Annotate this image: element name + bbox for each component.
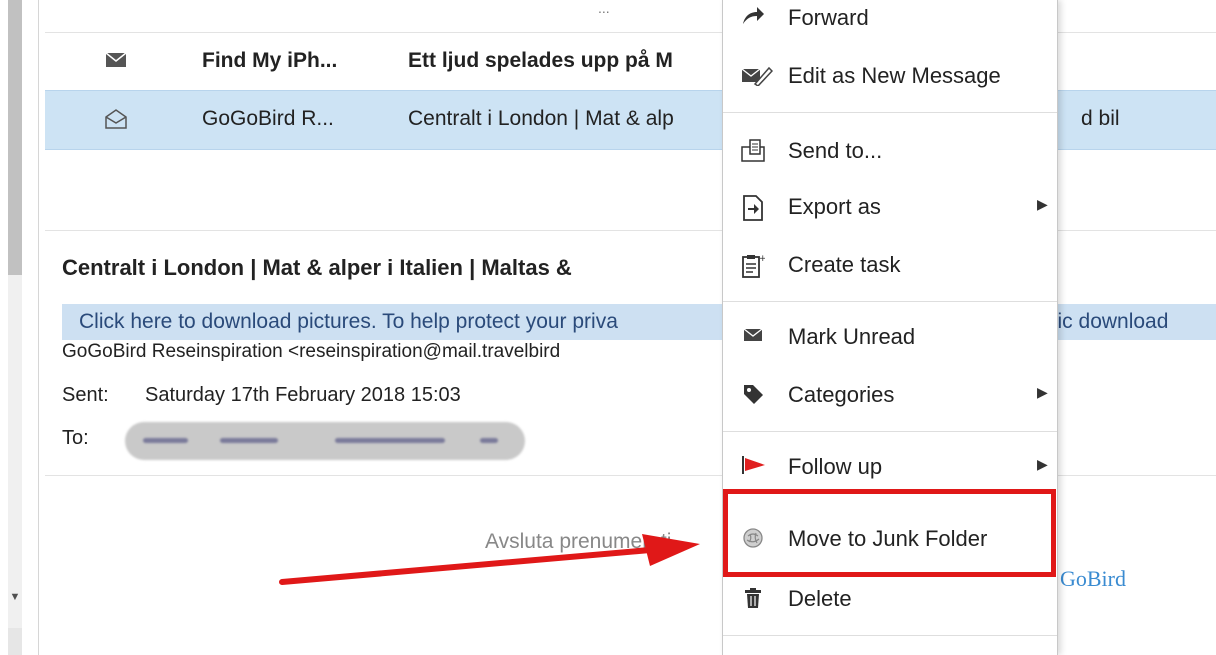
- trash-icon: [741, 587, 765, 611]
- brand-text: GoBird: [1060, 566, 1126, 591]
- to-label: To:: [62, 427, 89, 449]
- annotation-arrow: [279, 534, 700, 585]
- submenu-arrow-icon: ▶: [1037, 456, 1048, 472]
- message-from: GoGoBird R...: [202, 107, 334, 130]
- menu-separator: [723, 431, 1057, 432]
- message-from: Find My iPh...: [202, 49, 338, 72]
- submenu-arrow-icon: ▶: [1037, 196, 1048, 212]
- message-list-top-partial: ...: [598, 0, 610, 16]
- sent-label: Sent:: [62, 384, 109, 406]
- svg-text:+: +: [759, 254, 765, 264]
- menu-item-label: Edit as New Message: [788, 63, 1001, 88]
- infobar-text[interactable]: Click here to download pictures. To help…: [79, 310, 618, 334]
- message-subject: Centralt i London | Mat & alp: [408, 107, 674, 130]
- menu-item-label: Send to...: [788, 138, 883, 163]
- infobar-text-end: atic download: [1040, 310, 1169, 333]
- menu-item-delete[interactable]: Delete: [723, 577, 1057, 621]
- flag-icon: [741, 455, 765, 479]
- scroll-down-arrow-icon[interactable]: ▼: [8, 590, 22, 604]
- scrollbar-corner: [8, 628, 22, 655]
- create-task-icon: +: [741, 253, 767, 278]
- menu-item-label: Mark Unread: [788, 324, 916, 349]
- menu-item-send-to[interactable]: Send to...: [723, 129, 1057, 173]
- forward-arrow-icon: [741, 6, 765, 30]
- reading-pane-subject: Centralt i London | Mat & alper i Italie…: [62, 255, 572, 280]
- envelope-icon: [741, 325, 765, 349]
- submenu-arrow-icon: ▶: [1037, 384, 1048, 400]
- menu-separator: [723, 112, 1057, 113]
- menu-item-mark-unread[interactable]: Mark Unread: [723, 315, 1057, 359]
- menu-item-label: Categories: [788, 382, 895, 407]
- redacted-recipient: [125, 422, 525, 460]
- menu-item-follow-up[interactable]: Follow up ▶: [723, 445, 1057, 489]
- menu-item-label: Export as: [788, 194, 881, 219]
- tag-icon: [741, 383, 765, 407]
- envelope-closed-icon: [105, 51, 127, 73]
- envelope-open-icon: [105, 109, 127, 131]
- message-subject: Ett ljud spelades upp på M: [408, 49, 673, 72]
- menu-item-export-as[interactable]: Export as ▶: [723, 185, 1057, 229]
- sender-line: GoGoBird Reseinspiration <reseinspiratio…: [62, 341, 561, 362]
- menu-item-edit-as-new[interactable]: Edit as New Message: [723, 54, 1057, 98]
- edit-message-icon: [741, 64, 774, 88]
- menu-item-label: Delete: [788, 586, 852, 611]
- menu-separator: [723, 635, 1057, 636]
- menu-item-label: Follow up: [788, 454, 883, 479]
- menu-item-label: Create task: [788, 252, 901, 277]
- menu-item-categories[interactable]: Categories ▶: [723, 373, 1057, 417]
- menu-separator: [723, 301, 1057, 302]
- message-subject-trailing: d bil: [1081, 107, 1120, 130]
- sent-value: Saturday 17th February 2018 15:03: [145, 384, 461, 406]
- send-to-icon: [741, 139, 765, 163]
- menu-item-create-task[interactable]: + Create task: [723, 243, 1057, 287]
- export-icon: [741, 195, 765, 221]
- menu-item-forward[interactable]: Forward: [723, 0, 1057, 40]
- menu-item-label: Forward: [788, 5, 869, 30]
- scrollbar-thumb[interactable]: [8, 0, 22, 275]
- pane-divider: [38, 0, 39, 655]
- annotation-highlight-box: [723, 489, 1056, 577]
